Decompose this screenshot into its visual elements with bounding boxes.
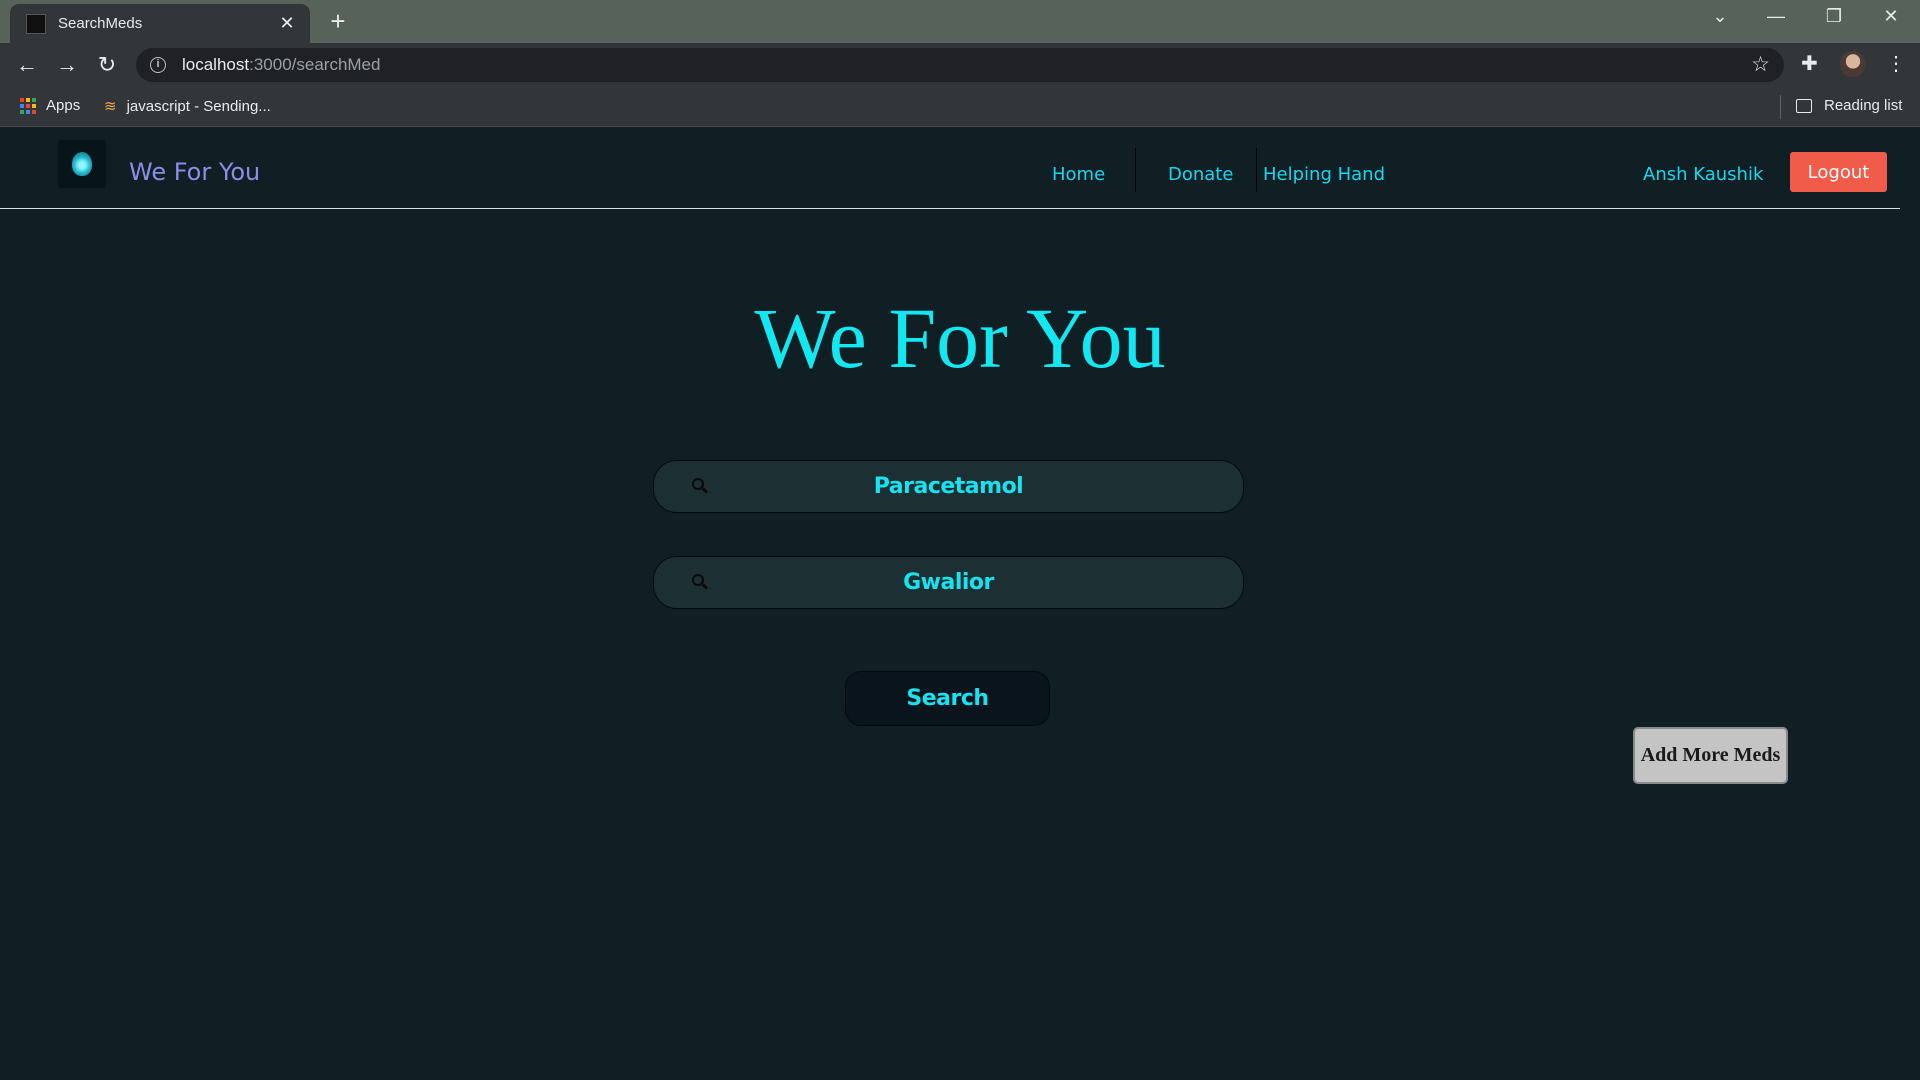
page-content: We For You Home Donate Helping Hand Ansh…	[0, 128, 1920, 1080]
tab-favicon-icon	[26, 13, 46, 34]
city-input-value[interactable]: Gwalior	[654, 557, 1243, 608]
bookmark-label: javascript - Sending...	[126, 97, 271, 115]
minimize-icon[interactable]: —	[1756, 6, 1796, 27]
url-host: localhost	[182, 55, 250, 74]
medicine-search-input[interactable]: Paracetamol	[653, 460, 1244, 513]
bookmarks-bar: Apps ≋ javascript - Sending... Reading l…	[0, 87, 1920, 127]
bookmark-label: Apps	[46, 97, 81, 114]
nav-home[interactable]: Home	[1052, 164, 1105, 185]
site-navbar: We For You Home Donate Helping Hand Ansh…	[0, 128, 1900, 209]
browser-tab-bar: SearchMeds ✕ + ⌄ — ❐ ✕	[0, 0, 1920, 43]
restore-icon[interactable]: ❐	[1814, 6, 1854, 27]
url-path: :3000/searchMed	[249, 55, 381, 74]
menu-kebab-icon[interactable]: ⋮	[1886, 51, 1906, 76]
reading-list-label: Reading list	[1824, 97, 1903, 114]
profile-avatar[interactable]	[1840, 51, 1866, 77]
reading-list-button[interactable]: Reading list	[1796, 97, 1902, 114]
site-info-icon[interactable]: i	[150, 57, 166, 73]
search-button[interactable]: Search	[845, 671, 1050, 726]
back-icon[interactable]: ←	[13, 51, 41, 79]
nav-divider	[1135, 148, 1136, 192]
bookmark-apps[interactable]: Apps	[20, 97, 80, 114]
nav-helping-hand[interactable]: Helping Hand	[1263, 164, 1385, 185]
apps-grid-icon	[20, 97, 36, 114]
reading-list-icon	[1796, 98, 1812, 113]
city-search-input[interactable]: Gwalior	[653, 556, 1244, 609]
nav-donate[interactable]: Donate	[1168, 164, 1233, 185]
bookmarks-divider	[1780, 95, 1781, 119]
stackoverflow-icon: ≋	[104, 98, 117, 115]
bookmark-javascript[interactable]: ≋ javascript - Sending...	[104, 97, 271, 116]
nav-divider	[1256, 148, 1257, 192]
reload-icon[interactable]: ↻	[93, 51, 121, 79]
add-more-meds-button[interactable]: Add More Meds	[1633, 727, 1788, 784]
site-brand[interactable]: We For You	[129, 158, 260, 186]
tab-search-chevron-icon[interactable]: ⌄	[1700, 6, 1740, 27]
tab-title: SearchMeds	[58, 15, 143, 32]
address-bar[interactable]: i localhost:3000/searchMed ☆	[136, 48, 1784, 82]
logout-button[interactable]: Logout	[1790, 152, 1887, 192]
new-tab-icon[interactable]: +	[324, 8, 352, 34]
browser-tab[interactable]: SearchMeds ✕	[10, 4, 310, 43]
tab-close-icon[interactable]: ✕	[276, 13, 298, 34]
user-name[interactable]: Ansh Kaushik	[1643, 164, 1763, 185]
close-window-icon[interactable]: ✕	[1871, 6, 1911, 27]
logo-heart-icon	[72, 152, 92, 176]
extensions-icon[interactable]: ✚	[1801, 51, 1818, 76]
page-title: We For You	[754, 290, 1166, 386]
site-logo[interactable]	[58, 140, 106, 188]
forward-icon[interactable]: →	[53, 51, 81, 79]
medicine-input-value[interactable]: Paracetamol	[654, 461, 1243, 512]
bookmark-star-icon[interactable]: ☆	[1751, 52, 1770, 77]
browser-toolbar: ← → ↻ i localhost:3000/searchMed ☆ ✚ ⋮	[0, 43, 1920, 87]
